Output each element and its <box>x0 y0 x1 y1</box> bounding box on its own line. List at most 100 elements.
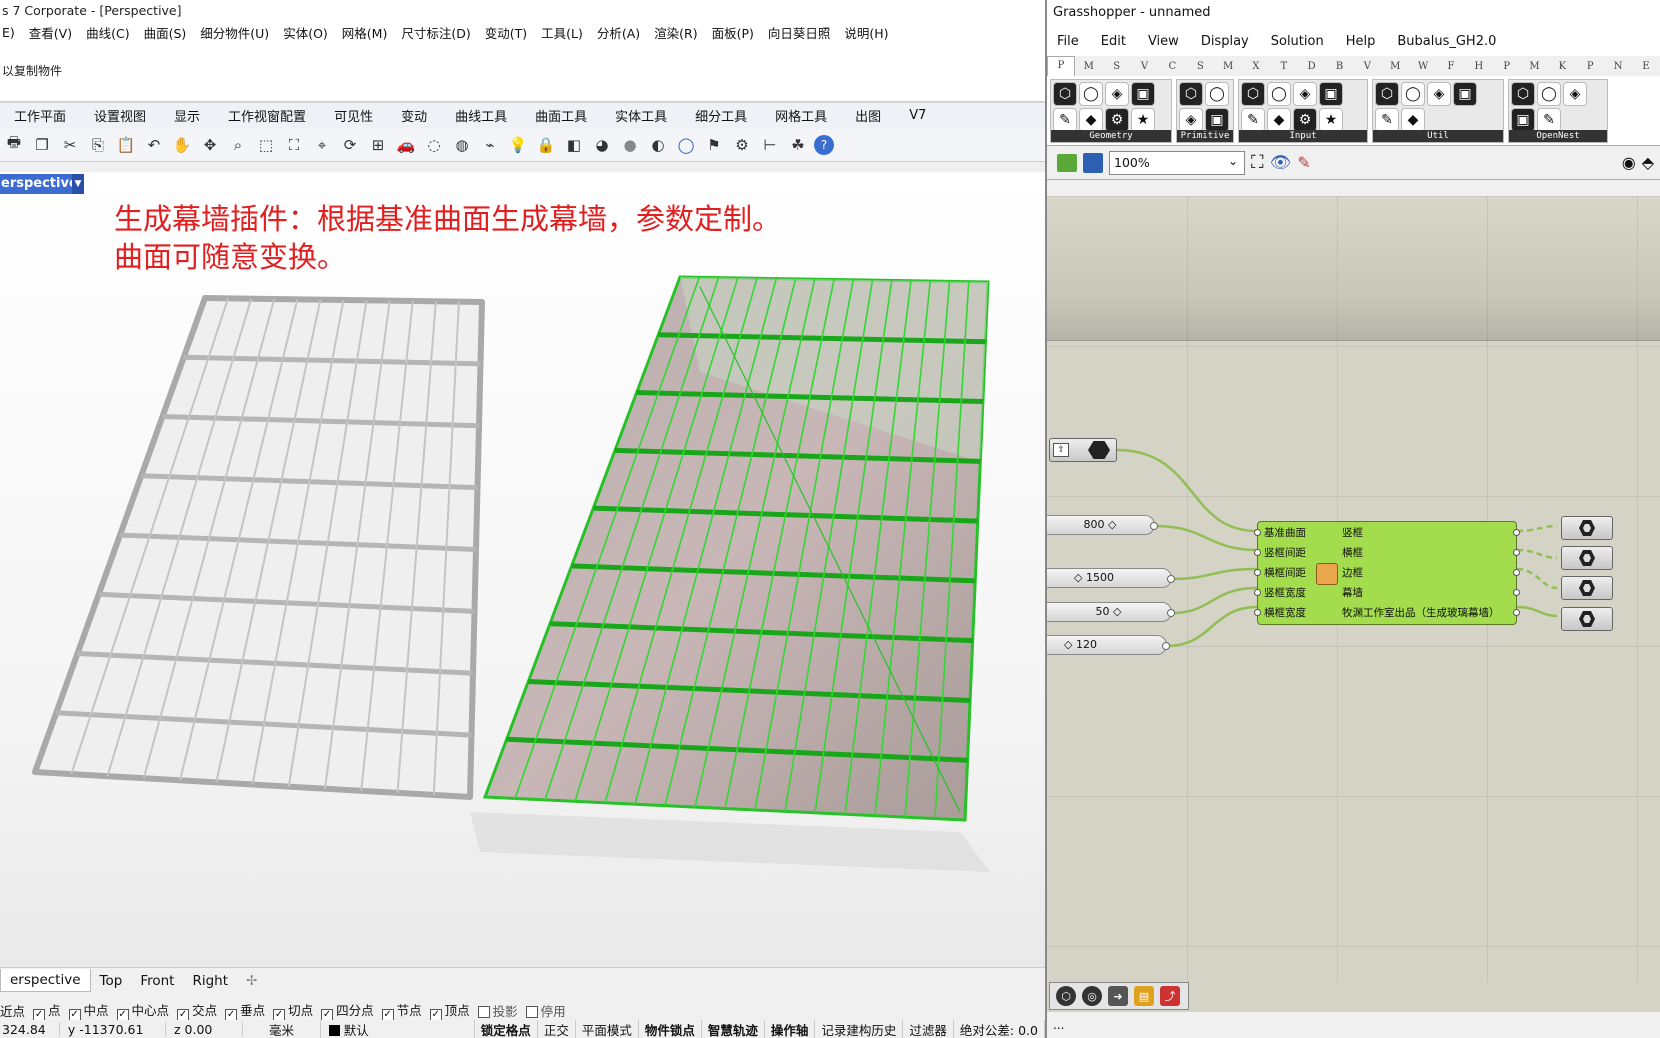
gh-tab-10[interactable]: B <box>1326 61 1354 72</box>
component-icon[interactable]: ▣ <box>1511 108 1535 132</box>
gh-tab-2[interactable]: S <box>1103 61 1131 72</box>
gh-tab-17[interactable]: M <box>1521 61 1549 72</box>
osnap-checkbox[interactable] <box>477 1005 490 1018</box>
hide-icon[interactable]: ◌ <box>422 133 446 157</box>
menu-sunlight[interactable]: 向日葵日照 <box>768 23 831 42</box>
osnap-checkbox[interactable]: ✓ <box>225 1008 238 1021</box>
undo-icon[interactable]: ↶ <box>142 133 166 157</box>
gh-tab-12[interactable]: M <box>1381 61 1409 72</box>
current-layer[interactable]: 默认 <box>321 1019 475 1038</box>
rotate-view-icon[interactable]: ✥ <box>198 133 222 157</box>
osnap-5[interactable]: ✓ 垂点 <box>225 1000 265 1021</box>
output-mullions[interactable]: 竖框 <box>1342 525 1363 540</box>
menu-subd[interactable]: 细分物件(U) <box>200 23 269 42</box>
ghost-icon[interactable]: ◍ <box>450 133 474 157</box>
port-in[interactable] <box>1254 609 1261 616</box>
geometry-param-4[interactable] <box>1561 607 1613 631</box>
tab-curve-tools[interactable]: 曲线工具 <box>441 106 521 125</box>
status-toggle-3[interactable]: 物件锁点 <box>639 1019 702 1038</box>
bake-icon[interactable]: ◉ <box>1622 153 1636 172</box>
osnap-checkbox[interactable]: ✓ <box>68 1008 81 1021</box>
gh-menu-bubalus[interactable]: Bubalus_GH2.0 <box>1397 34 1496 49</box>
zoom-extents-icon[interactable]: ⛶ <box>282 133 306 157</box>
viewport-tab-perspective[interactable]: erspective <box>0 969 91 992</box>
gh-menu-help[interactable]: Help <box>1346 34 1376 49</box>
perspective-viewport[interactable]: 生成幕墙插件：根据基准曲面生成幕墙，参数定制。 曲面可随意变换。 <box>0 172 1045 967</box>
copy-icon[interactable]: ❐ <box>30 133 54 157</box>
tab-v7[interactable]: V7 <box>895 108 940 123</box>
osnap-checkbox[interactable]: ✓ <box>33 1008 46 1021</box>
tab-cplanes[interactable]: 工作平面 <box>0 106 80 125</box>
ribbon-panel-label[interactable]: Primitive <box>1177 130 1233 142</box>
output-glass[interactable]: 幕墙 <box>1342 585 1363 600</box>
menu-help[interactable]: 说明(H) <box>844 23 888 42</box>
add-viewport-icon[interactable]: ✢ <box>237 973 266 989</box>
component-icon[interactable]: ⬡ <box>1053 82 1077 106</box>
gh-tab-21[interactable]: E <box>1632 61 1660 72</box>
component-icon[interactable]: ◈ <box>1427 82 1451 106</box>
globe-icon[interactable]: ◯ <box>674 133 698 157</box>
gh-tab-6[interactable]: M <box>1214 61 1242 72</box>
component-icon[interactable]: ◈ <box>1105 82 1129 106</box>
tab-mesh-tools[interactable]: 网格工具 <box>761 106 841 125</box>
lock-icon[interactable]: 🔒 <box>534 133 558 157</box>
copy2-icon[interactable]: ⎘ <box>86 133 110 157</box>
tab-visibility[interactable]: 可见性 <box>320 106 387 125</box>
gh-menu-display[interactable]: Display <box>1201 34 1249 49</box>
viewport-tab-front[interactable]: Front <box>131 973 183 989</box>
status-toggle-1[interactable]: 正交 <box>538 1019 576 1038</box>
menu-tools[interactable]: 工具(L) <box>541 23 583 42</box>
slider-v-spacing[interactable]: 800 ◇ <box>1047 515 1158 535</box>
component-icon[interactable]: ◯ <box>1537 82 1561 106</box>
gh-tab-7[interactable]: X <box>1242 61 1270 72</box>
preview-settings-icon[interactable]: ⬘ <box>1642 153 1654 172</box>
output-frame[interactable]: 边框 <box>1342 565 1363 580</box>
save-file-icon[interactable] <box>1083 152 1103 173</box>
zoom-icon[interactable]: ⌕ <box>226 133 250 157</box>
grid-icon[interactable]: ⊞ <box>366 133 390 157</box>
ribbon-panel-label[interactable]: OpenNest <box>1509 130 1607 142</box>
gh-tab-5[interactable]: S <box>1186 61 1214 72</box>
units[interactable]: 毫米 <box>243 1019 321 1038</box>
geometry-param-1[interactable] <box>1561 516 1613 540</box>
zoom-dropdown[interactable]: 100% <box>1109 150 1245 175</box>
osnap-1[interactable]: ✓ 点 <box>33 1000 61 1021</box>
component-icon[interactable]: ⚙ <box>1105 108 1129 132</box>
gears-icon[interactable]: ⚙ <box>730 133 754 157</box>
status-toggle-5[interactable]: 操作轴 <box>765 1019 816 1038</box>
surface-param-menu-icon[interactable]: ⇧ <box>1053 443 1069 457</box>
zoom-selected-icon[interactable]: ⌖ <box>310 133 334 157</box>
tab-display[interactable]: 显示 <box>160 106 214 125</box>
osnap-0[interactable]: 近点 <box>0 1001 25 1020</box>
tab-viewport-layout[interactable]: 工作视窗配置 <box>214 106 320 125</box>
osnap-7[interactable]: ✓ 四分点 <box>321 1000 374 1021</box>
input-v-width[interactable]: 竖框宽度 <box>1264 585 1306 600</box>
gh-menu-solution[interactable]: Solution <box>1271 34 1324 49</box>
gh-canvas[interactable]: ⇧ 800 ◇ ◇ 1500 50 ◇ ◇ 120 基准曲面 竖框间距 横框间距… <box>1047 196 1660 982</box>
tab-set-view[interactable]: 设置视图 <box>80 106 160 125</box>
component-icon[interactable]: ◈ <box>1563 82 1587 106</box>
menu-analyze[interactable]: 分析(A) <box>597 23 640 42</box>
slider-h-spacing[interactable]: ◇ 1500 <box>1047 568 1175 588</box>
gh-menu-edit[interactable]: Edit <box>1101 34 1126 49</box>
component-icon[interactable]: ◆ <box>1267 108 1291 132</box>
component-icon[interactable]: ◯ <box>1079 82 1103 106</box>
car-icon[interactable]: 🚗 <box>394 133 418 157</box>
component-icon[interactable]: ◯ <box>1205 82 1229 106</box>
component-icon[interactable]: ▣ <box>1131 82 1155 106</box>
status-toggle-7[interactable]: 过滤器 <box>903 1019 954 1038</box>
status-toggle-8[interactable]: 绝对公差: 0.0 <box>954 1019 1045 1038</box>
menu-mesh[interactable]: 网格(M) <box>342 23 388 42</box>
slider-h-width[interactable]: ◇ 120 <box>1047 635 1170 655</box>
component-icon[interactable]: ✎ <box>1537 108 1561 132</box>
port-in[interactable] <box>1254 529 1261 536</box>
input-h-width[interactable]: 横框宽度 <box>1264 605 1306 620</box>
osnap-9[interactable]: ✓ 顶点 <box>429 1000 470 1021</box>
gh-tab-13[interactable]: W <box>1409 61 1437 72</box>
component-icon[interactable]: ★ <box>1319 108 1343 132</box>
gh-hex-tool-icon[interactable]: ⬡ <box>1056 986 1076 1006</box>
status-toggle-6[interactable]: 记录建构历史 <box>815 1019 904 1038</box>
menu-panels[interactable]: 面板(P) <box>712 23 754 42</box>
status-toggle-0[interactable]: 锁定格点 <box>475 1019 538 1038</box>
gh-tab-16[interactable]: P <box>1493 61 1521 72</box>
